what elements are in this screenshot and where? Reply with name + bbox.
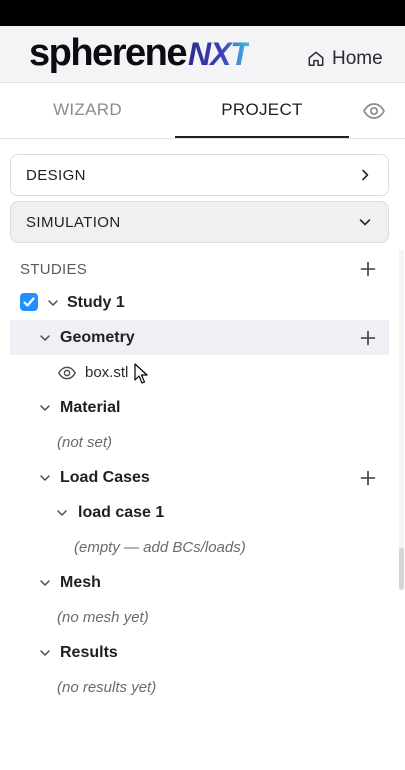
load-cases-row[interactable]: Load Cases <box>60 460 260 495</box>
mouse-cursor-icon <box>134 363 148 384</box>
mesh-row[interactable]: Mesh <box>60 565 260 600</box>
simulation-panel-label: SIMULATION <box>26 213 121 231</box>
home-label: Home <box>332 48 383 69</box>
material-value: (not set) <box>57 434 113 451</box>
logo-main-text: spherene <box>29 32 187 74</box>
chevron-right-icon <box>362 169 369 181</box>
results-value-row: (no results yet) <box>57 670 257 705</box>
home-button[interactable]: Home <box>306 48 383 70</box>
top-strip <box>0 0 405 26</box>
logo-nxt-text: NXT <box>187 36 250 72</box>
tab-project[interactable]: PROJECT <box>175 83 349 138</box>
study-name: Study 1 <box>67 293 125 311</box>
add-study-plus-icon[interactable] <box>360 261 376 277</box>
load-case-row[interactable]: load case 1 <box>78 495 278 530</box>
study-checkbox[interactable] <box>20 293 38 311</box>
eye-icon[interactable] <box>362 99 386 123</box>
results-value: (no results yet) <box>57 679 157 696</box>
scrollbar-track[interactable] <box>399 250 404 550</box>
chevron-down-icon[interactable] <box>39 647 51 659</box>
studies-label: STUDIES <box>20 260 88 278</box>
study-row[interactable]: Study 1 <box>67 285 267 320</box>
scrollbar-thumb[interactable] <box>399 548 404 590</box>
material-value-row: (not set) <box>57 425 257 460</box>
mesh-label: Mesh <box>60 573 101 591</box>
chevron-down-icon[interactable] <box>47 297 59 309</box>
home-icon <box>308 51 324 66</box>
chevron-down-icon[interactable] <box>39 402 51 414</box>
mesh-value-row: (no mesh yet) <box>57 600 257 635</box>
simulation-panel[interactable]: SIMULATION <box>10 201 389 243</box>
eye-icon[interactable] <box>57 364 77 382</box>
app-header: spherene NXT Home <box>0 26 405 83</box>
mesh-value: (no mesh yet) <box>57 609 149 626</box>
geometry-label: Geometry <box>60 328 135 346</box>
results-label: Results <box>60 643 118 661</box>
checkmark-icon <box>23 297 35 307</box>
design-panel[interactable]: DESIGN <box>10 154 389 196</box>
chevron-down-icon <box>359 219 371 226</box>
design-panel-label: DESIGN <box>26 166 86 184</box>
load-cases-label: Load Cases <box>60 468 150 486</box>
load-case-name: load case 1 <box>78 503 165 521</box>
add-geometry-plus-icon[interactable] <box>360 330 376 346</box>
geometry-row[interactable]: Geometry <box>10 320 389 355</box>
chevron-down-icon[interactable] <box>39 577 51 589</box>
chevron-down-icon[interactable] <box>39 472 51 484</box>
material-label: Material <box>60 398 121 416</box>
studies-header: STUDIES <box>20 258 380 280</box>
tab-bar: WIZARD PROJECT <box>0 83 405 139</box>
spherene-logo: spherene NXT <box>29 32 250 76</box>
geometry-file-name: box.stl <box>85 364 129 381</box>
chevron-down-icon[interactable] <box>39 332 51 344</box>
add-load-case-plus-icon[interactable] <box>360 470 376 486</box>
material-row[interactable]: Material <box>60 390 260 425</box>
chevron-down-icon[interactable] <box>56 507 68 519</box>
tab-wizard[interactable]: WIZARD <box>0 83 175 138</box>
load-case-value-row: (empty — add BCs/loads) <box>74 530 374 565</box>
results-row[interactable]: Results <box>60 635 260 670</box>
load-case-value: (empty — add BCs/loads) <box>74 539 246 556</box>
